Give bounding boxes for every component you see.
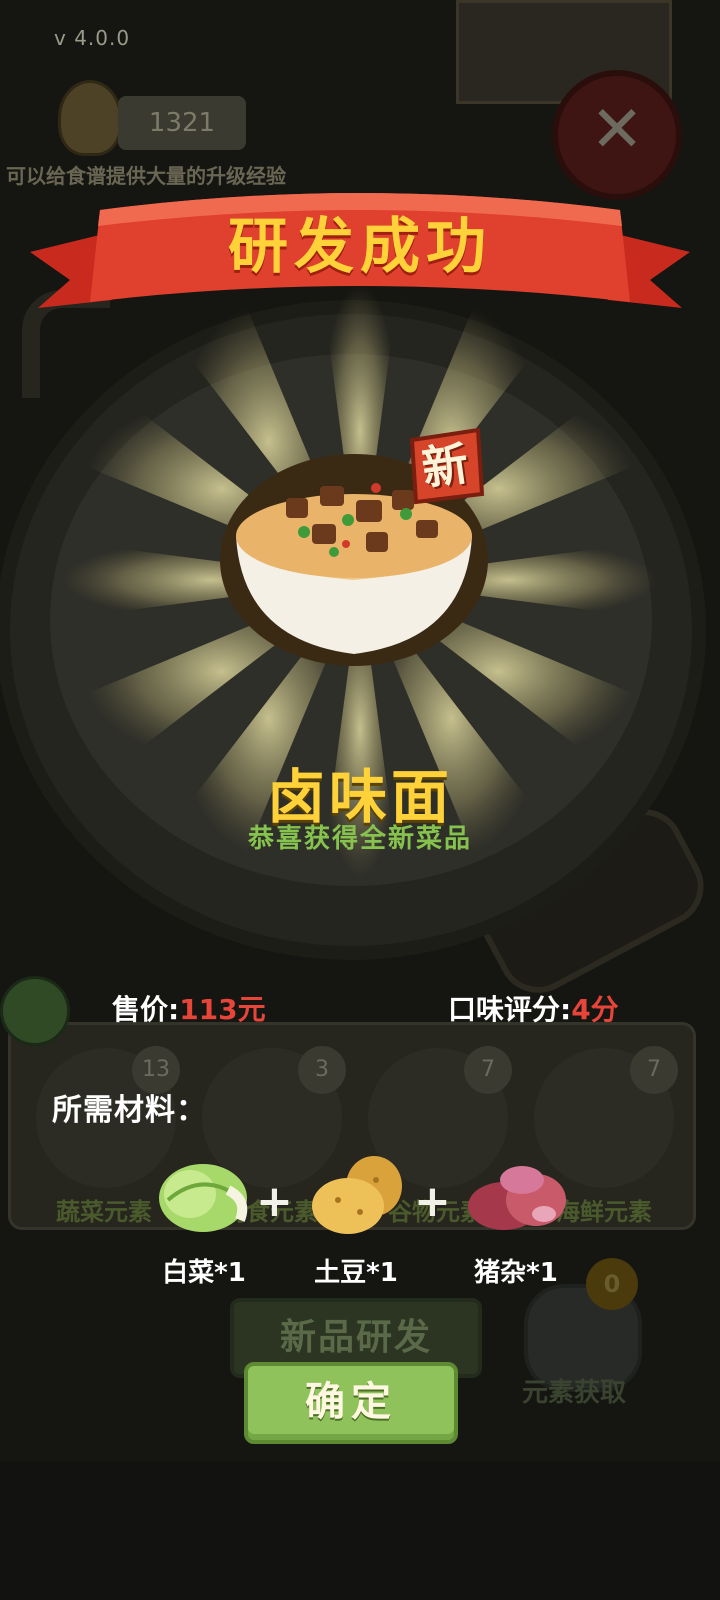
rating-value: 4分	[571, 993, 619, 1026]
rating-label: 口味评分:	[448, 993, 572, 1026]
cabbage-icon	[159, 1164, 248, 1232]
pork-offal-icon	[468, 1166, 566, 1230]
element-count-badge: 3	[298, 1046, 346, 1094]
bottom-bar	[0, 1462, 720, 1600]
rating-info: 口味评分:4分	[448, 988, 619, 1028]
success-title: 研发成功	[228, 212, 492, 282]
ingredient-label: 土豆*1	[314, 1258, 398, 1288]
element-fetch-badge: 0	[586, 1258, 638, 1310]
element-fetch-label: 元素获取	[522, 1378, 627, 1408]
dish-subtitle: 恭喜获得全新菜品	[247, 824, 472, 854]
close-icon: ✕	[590, 93, 644, 167]
price-info: 售价:113元	[112, 988, 266, 1028]
potato-icon	[312, 1156, 402, 1234]
version-label: v 4.0.0	[54, 26, 131, 50]
price-label: 售价:	[112, 993, 180, 1026]
ingredient-label: 猪杂*1	[474, 1258, 558, 1288]
coin-counter: 1321	[118, 96, 246, 150]
element-count-badge: 7	[630, 1046, 678, 1094]
confirm-button[interactable]: 确定	[244, 1362, 458, 1444]
hint-text: 可以给食谱提供大量的升级经验	[6, 164, 286, 188]
materials-title: 所需材料：	[52, 1093, 207, 1128]
new-badge: 新	[404, 424, 486, 506]
money-icon	[0, 976, 70, 1046]
plus-icon: +	[256, 1176, 293, 1227]
ingredient-label: 白菜*1	[162, 1258, 246, 1288]
element-label: 蔬菜元素	[56, 1198, 152, 1226]
lightbulb-icon	[58, 80, 122, 156]
close-button[interactable]: ✕	[552, 70, 682, 200]
price-value: 113元	[179, 993, 266, 1026]
plus-icon: +	[414, 1176, 451, 1227]
element-count-badge: 7	[464, 1046, 512, 1094]
